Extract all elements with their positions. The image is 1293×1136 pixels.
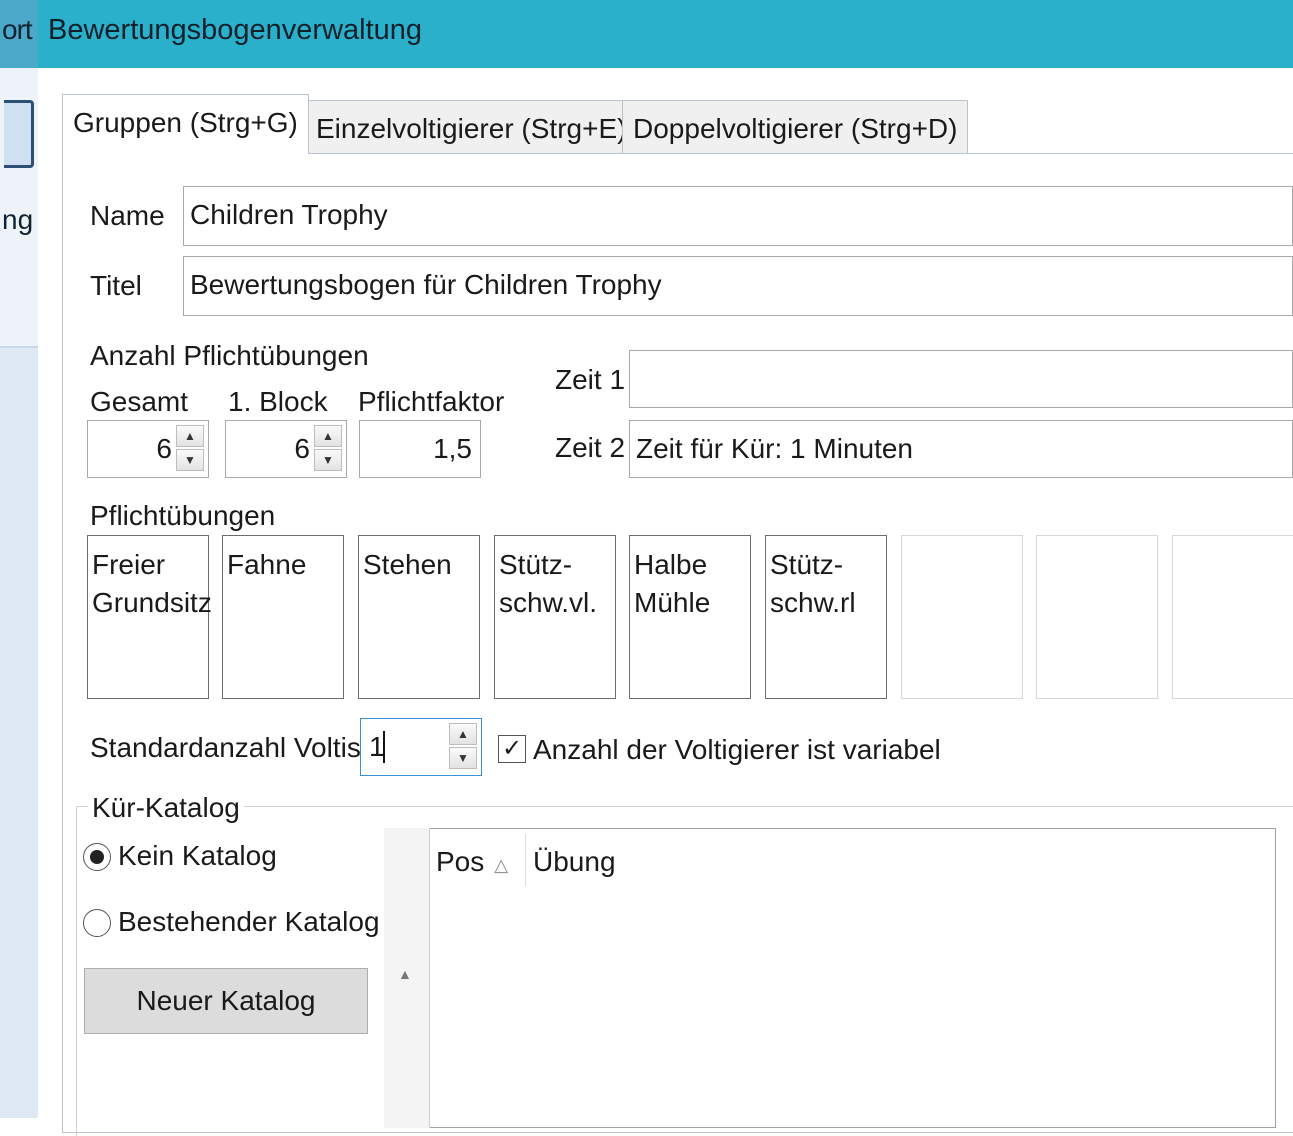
- exercise-line1: Stehen: [363, 549, 452, 580]
- checkmark-icon: ✓: [501, 735, 523, 762]
- stepper-up-icon[interactable]: ▲: [176, 425, 204, 447]
- name-input[interactable]: Children Trophy: [183, 186, 1293, 246]
- anzahl-pflichtuebungen-label: Anzahl Pflichtübungen: [90, 340, 369, 371]
- grid-header-uebung[interactable]: Übung: [527, 834, 616, 886]
- background-ribbon-button[interactable]: [4, 100, 34, 168]
- kuer-katalog-title: Kür-Katalog: [88, 792, 244, 824]
- exercise-line1: Freier: [92, 549, 166, 580]
- exercise-line2: schw.vl.: [499, 587, 598, 618]
- voltis-stepper[interactable]: 1 ▲ ▼: [360, 718, 482, 776]
- stepper-up-icon[interactable]: ▲: [449, 723, 477, 745]
- titel-label: Titel: [90, 270, 142, 301]
- grid-header-pos-label: Pos: [436, 846, 485, 877]
- exercise-slot[interactable]: Stütz-schw.vl.: [494, 535, 616, 699]
- exercise-line1: Stütz-: [770, 549, 844, 580]
- standardanzahl-voltis-label: Standardanzahl Voltis: [90, 732, 361, 763]
- block-stepper[interactable]: 6 ▲ ▼: [225, 420, 347, 478]
- tab-gruppen[interactable]: Gruppen (Strg+G): [62, 94, 309, 154]
- zeit1-label: Zeit 1: [555, 364, 626, 395]
- gesamt-label: Gesamt: [90, 386, 189, 417]
- stepper-up-icon[interactable]: ▲: [314, 425, 342, 447]
- sort-ascending-icon: △: [494, 855, 509, 875]
- name-label: Name: [90, 200, 165, 231]
- zeit2-label: Zeit 2: [555, 432, 626, 463]
- neuer-katalog-button[interactable]: Neuer Katalog: [84, 968, 368, 1034]
- exercise-slot[interactable]: Stütz-schw.rl: [765, 535, 887, 699]
- radio-kein-katalog[interactable]: [83, 843, 111, 871]
- zeit2-input[interactable]: Zeit für Kür: 1 Minuten: [629, 420, 1293, 478]
- text-caret: [383, 731, 385, 763]
- block-label: 1. Block: [228, 386, 328, 417]
- exercise-slot[interactable]: Stehen: [358, 535, 480, 699]
- tab-doppelvoltigierer[interactable]: Doppelvoltigierer (Strg+D): [622, 100, 969, 154]
- radio-kein-katalog-label: Kein Katalog: [118, 840, 277, 871]
- block-value: 6: [294, 433, 310, 464]
- stepper-down-icon[interactable]: ▼: [176, 449, 204, 471]
- stepper-down-icon[interactable]: ▼: [314, 449, 342, 471]
- pflichtfaktor-label: Pflichtfaktor: [358, 386, 505, 417]
- exercise-slot[interactable]: Freier Grundsitz: [87, 535, 212, 699]
- exercise-line1: Halbe: [634, 549, 708, 580]
- zeit1-input[interactable]: [629, 350, 1293, 408]
- background-title-fragment: ort: [2, 14, 33, 45]
- variable-label: Anzahl der Voltigierer ist variabel: [533, 734, 941, 765]
- exercise-slot-empty[interactable]: [1036, 535, 1158, 699]
- exercise-slot[interactable]: Fahne: [222, 535, 344, 699]
- background-label-fragment: ng: [2, 204, 34, 235]
- exercise-line2: Mühle: [634, 587, 711, 618]
- dialog-title: Bewertungsbogenverwaltung: [48, 14, 423, 46]
- exercise-slot-empty[interactable]: [901, 535, 1023, 699]
- exercise-slot[interactable]: Halbe Mühle: [629, 535, 751, 699]
- gesamt-stepper[interactable]: 6 ▲ ▼: [87, 420, 209, 478]
- gesamt-value: 6: [156, 433, 172, 464]
- exercise-line1: Stütz-: [499, 549, 573, 580]
- exercise-slot-empty[interactable]: [1172, 535, 1293, 699]
- titel-input[interactable]: Bewertungsbogen für Children Trophy: [183, 256, 1293, 316]
- grid-header-pos[interactable]: Pos △: [430, 834, 526, 886]
- variable-checkbox[interactable]: ✓: [498, 735, 526, 763]
- scroll-up-icon[interactable]: ▲: [398, 966, 412, 982]
- radio-bestehender-katalog-label: Bestehender Katalog: [118, 906, 380, 937]
- radio-bestehender-katalog[interactable]: [83, 909, 111, 937]
- stepper-down-icon[interactable]: ▼: [449, 747, 477, 769]
- pflichtfaktor-input[interactable]: 1,5: [359, 420, 481, 478]
- exercise-line2: schw.rl: [770, 587, 856, 618]
- pflichtuebungen-label: Pflichtübungen: [90, 500, 276, 531]
- tab-einzelvoltigierer[interactable]: Einzelvoltigierer (Strg+E): [305, 100, 638, 154]
- exercise-line1: Fahne: [227, 549, 307, 580]
- exercise-line2: Grundsitz: [92, 587, 212, 618]
